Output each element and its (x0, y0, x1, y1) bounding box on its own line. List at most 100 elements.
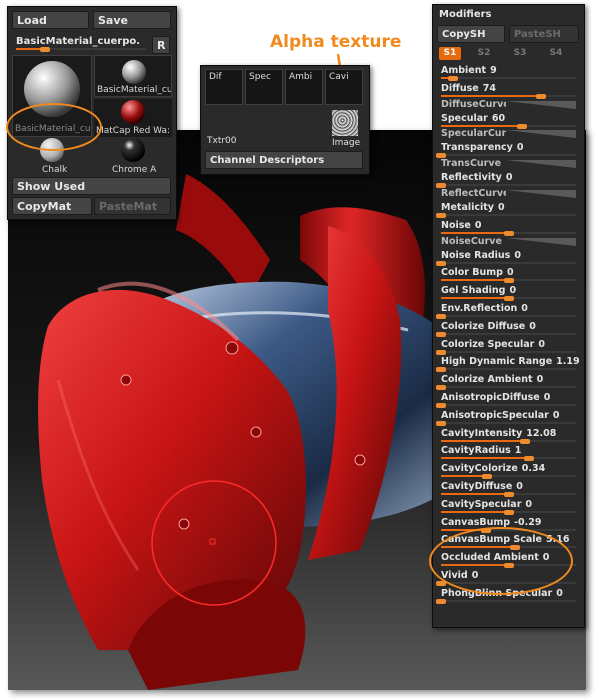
slider-fill (441, 94, 541, 97)
slider-value: 1.19 (556, 356, 580, 368)
slider-track[interactable] (436, 260, 576, 266)
show-used-button[interactable]: Show Used (12, 177, 171, 195)
channel-ambi[interactable]: Ambi (285, 69, 323, 105)
slider-label: High Dynamic Range (441, 356, 553, 368)
slider-track[interactable] (436, 331, 576, 337)
tab-s2[interactable]: S2 (473, 47, 495, 60)
slider-label: Env.Reflection (441, 303, 518, 314)
slider-cavityintensity[interactable]: CavityIntensity 12.08 (437, 426, 580, 444)
slider-high-dynamic-range[interactable]: High Dynamic Range 1.19 (436, 354, 580, 373)
tab-s3[interactable]: S3 (509, 47, 531, 60)
slider-value: 0 (543, 392, 551, 403)
slider-transparency[interactable]: Transparency 0 (436, 140, 580, 159)
slider-label: CavityRadius (441, 445, 511, 457)
curve-label: DiffuseCurve (441, 98, 510, 110)
slider-fill (441, 297, 509, 300)
slider-track[interactable] (436, 403, 576, 408)
channel-descriptors-button[interactable]: Channel Descriptors (205, 151, 363, 169)
slider-diffuse[interactable]: Diffuse 74 (437, 81, 580, 99)
curve-label: TransCurve (441, 158, 502, 170)
slider-env-reflection[interactable]: Env.Reflection 0 (436, 301, 580, 319)
slider-anisotropicdiffuse[interactable]: AnisotropicDiffuse 0 (436, 390, 580, 408)
slider-value: 0 (521, 303, 528, 314)
channel-cavi[interactable]: Cavi (325, 69, 363, 105)
slider-track[interactable] (441, 296, 576, 302)
slider-track[interactable] (441, 123, 576, 129)
slider-colorize-ambient[interactable]: Colorize Ambient 0 (436, 372, 580, 391)
slider-cavitycolorize[interactable]: CavityColorize 0.34 (437, 461, 580, 480)
annotation-ellipse (429, 527, 573, 595)
tab-s4[interactable]: S4 (545, 47, 567, 60)
channel-spec[interactable]: Spec (245, 69, 283, 105)
slider-track[interactable] (436, 349, 576, 355)
slider-track[interactable] (441, 492, 576, 497)
material-slider[interactable] (16, 47, 146, 52)
slider-value: 0 (536, 374, 544, 386)
slider-track[interactable] (436, 367, 576, 373)
slider-cavityradius[interactable]: CavityRadius 1 (437, 443, 580, 462)
slot-label: MatCap Red Wa: (96, 126, 171, 136)
slider-colorize-specular[interactable]: Colorize Specular 0 (436, 337, 580, 355)
slider-track[interactable] (441, 230, 576, 236)
copy-mat-button[interactable]: CopyMat (12, 197, 92, 215)
slider-track[interactable] (436, 213, 576, 218)
slider-track[interactable] (436, 183, 576, 189)
sphere-icon (121, 100, 145, 124)
slider-label: AnisotropicDiffuse (441, 392, 540, 403)
slider-track[interactable] (441, 474, 576, 480)
slider-label: CavityDiffuse (441, 481, 513, 492)
curve-noisecurve[interactable]: NoiseCurve (437, 236, 580, 248)
material-slot-2[interactable]: BasicMaterial_cu (94, 55, 172, 97)
slider-value: 0 (474, 219, 482, 231)
load-button[interactable]: Load (12, 11, 89, 29)
slider-colorize-diffuse[interactable]: Colorize Diffuse 0 (436, 319, 580, 337)
slider-track[interactable] (436, 314, 576, 319)
curve-specularcurve[interactable]: SpecularCurve (437, 128, 580, 140)
channel-dif[interactable]: Dif (205, 69, 243, 105)
slider-track[interactable] (441, 438, 576, 444)
save-button[interactable]: Save (93, 11, 171, 29)
slider-metalicity[interactable]: Metalicity 0 (436, 200, 580, 218)
curve-reflectcurve[interactable]: ReflectCurve (437, 188, 580, 200)
slider-track[interactable] (436, 153, 576, 159)
slider-value: 0 (497, 202, 505, 213)
slider-track[interactable] (441, 509, 576, 515)
slider-track[interactable] (436, 598, 576, 604)
slider-gel-shading[interactable]: Gel Shading 0 (437, 283, 580, 302)
material-slot-3[interactable]: MatCap Red Wa: (94, 99, 172, 137)
slider-track[interactable] (441, 93, 576, 99)
slider-noise[interactable]: Noise 0 (437, 218, 580, 236)
paste-mat-button[interactable]: PasteMat (94, 197, 171, 215)
copy-sh-button[interactable]: CopySH (437, 25, 505, 43)
slider-label: Ambient (441, 65, 487, 76)
slider-specular[interactable]: Specular 60 (437, 111, 580, 129)
material-slot-5[interactable]: Chrome A (94, 137, 172, 177)
slider-fill (441, 124, 522, 127)
tab-s1[interactable]: S1 (439, 47, 461, 60)
slider-cavitydiffuse[interactable]: CavityDiffuse 0 (437, 479, 580, 497)
slider-label: Reflectivity (441, 172, 502, 184)
slot-label: BasicMaterial_cu (97, 85, 171, 95)
slider-track[interactable] (441, 278, 576, 284)
curve-ramp-icon (506, 130, 576, 139)
paste-sh-button[interactable]: PasteSH (509, 25, 579, 43)
slider-noise-radius[interactable]: Noise Radius 0 (436, 248, 580, 266)
slider-anisotropicspecular[interactable]: AnisotropicSpecular 0 (436, 408, 580, 426)
r-button[interactable]: R (152, 36, 170, 54)
slider-track[interactable] (441, 456, 576, 462)
slider-track[interactable] (436, 385, 576, 391)
slider-label: Colorize Specular (441, 338, 535, 350)
slider-fill (441, 475, 487, 478)
slider-cavityspecular[interactable]: CavitySpecular 0 (437, 497, 580, 515)
curve-diffusecurve[interactable]: DiffuseCurve (437, 99, 580, 111)
slider-value: 0 (556, 587, 563, 599)
slider-ambient[interactable]: Ambient 9 (437, 63, 580, 81)
curve-transcurve[interactable]: TransCurve (437, 158, 580, 170)
slider-track[interactable] (436, 420, 576, 426)
slider-reflectivity[interactable]: Reflectivity 0 (436, 170, 580, 189)
curve-label: NoiseCurve (441, 235, 502, 247)
alpha-texture-thumb[interactable] (332, 110, 358, 136)
slider-track[interactable] (441, 76, 576, 81)
slider-color-bump[interactable]: Color Bump 0 (437, 265, 580, 284)
slider-knob[interactable] (436, 598, 446, 604)
